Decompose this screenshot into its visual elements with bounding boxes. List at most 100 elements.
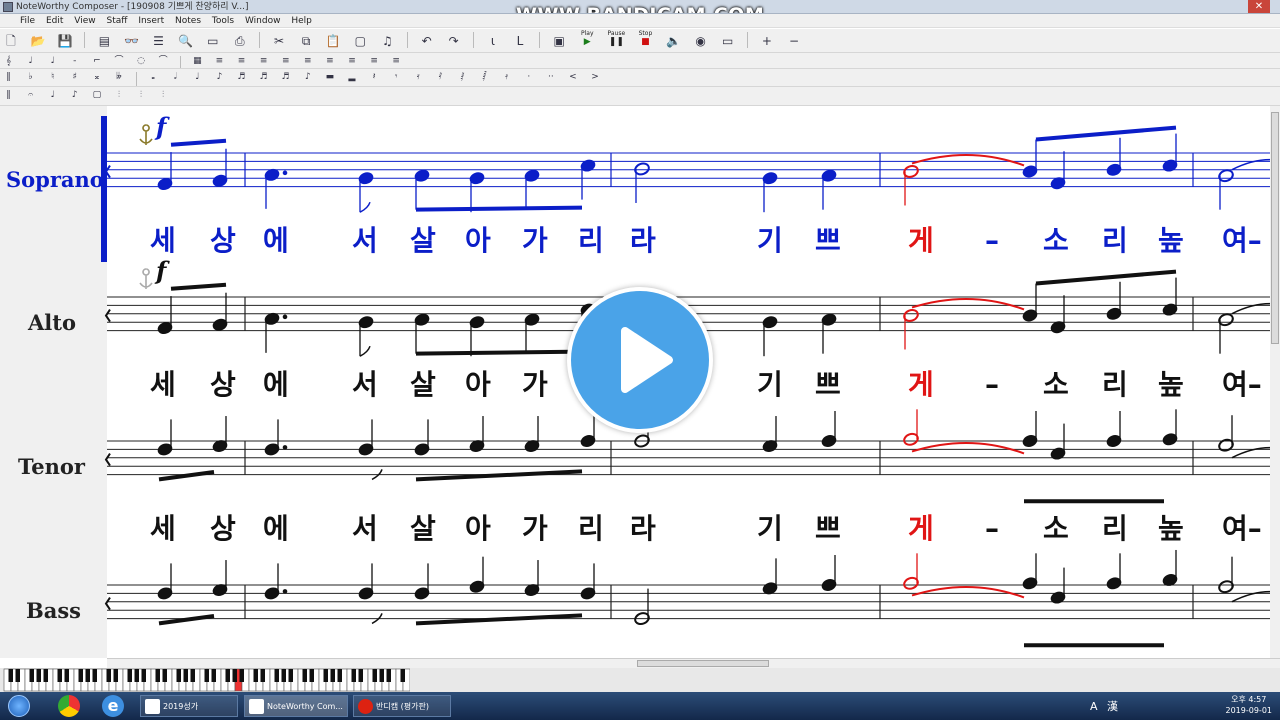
treble-icon[interactable]: 𝄞 (1, 54, 16, 68)
tool-icon[interactable]: ‖ (1, 88, 16, 103)
piano-black-key[interactable] (211, 669, 217, 682)
piano-black-key[interactable] (92, 669, 98, 682)
lyric-syllable[interactable]: 리 (578, 224, 604, 258)
whole-note-icon[interactable]: 𝅝 (146, 70, 161, 85)
lyric-syllable[interactable]: 아 (465, 224, 491, 258)
metronome-icon[interactable]: ◉ (691, 30, 711, 52)
open-folder-icon[interactable]: 📂 (28, 30, 48, 52)
staff-name-alto[interactable]: Alto (28, 310, 76, 335)
staff-name-soprano[interactable]: Soprano (6, 167, 104, 192)
zoom-in-icon[interactable]: + (757, 30, 777, 52)
lyric-syllable[interactable]: 리 (1102, 512, 1128, 546)
clock[interactable]: 오후 4:57 2019-09-01 (1226, 694, 1273, 716)
staff-list-icon[interactable]: ☰ (149, 30, 169, 52)
decrescendo-icon[interactable]: > (588, 70, 603, 85)
piano-black-key[interactable] (155, 669, 161, 682)
piano-black-key[interactable] (162, 669, 168, 682)
piano-black-key[interactable] (43, 669, 49, 682)
tool-icon[interactable]: 𝄐 (23, 88, 38, 103)
lyric-icon[interactable]: ɩ (483, 30, 503, 52)
lyric-syllable[interactable]: 쁘 (815, 368, 841, 402)
lyric-syllable[interactable]: 게 (908, 368, 934, 402)
half-note-icon[interactable]: 𝅗𝅥 (168, 70, 183, 85)
lyric-syllable[interactable]: 가 (522, 368, 548, 402)
lyric-syllable[interactable]: 기 (757, 224, 783, 258)
lyric-syllable[interactable]: 소 (1043, 368, 1069, 402)
piano-black-key[interactable] (64, 669, 70, 682)
piano-black-key[interactable] (260, 669, 266, 682)
menu-file[interactable]: File (20, 16, 35, 26)
lyric-syllable[interactable]: 세 (150, 224, 176, 258)
piano-black-key[interactable] (134, 669, 140, 682)
tool-icon[interactable]: ≡ (256, 54, 271, 68)
tool-icon[interactable]: ◌ (134, 54, 149, 68)
lyric-syllable[interactable]: 서 (352, 512, 378, 546)
crescendo-icon[interactable]: < (565, 70, 580, 85)
lyric-syllable[interactable]: 에 (263, 512, 289, 546)
lyric-syllable[interactable]: 높 (1158, 512, 1184, 546)
lyric-syllable[interactable]: 상 (210, 224, 236, 258)
tool-icon[interactable]: ≡ (278, 54, 293, 68)
staff-name-tenor[interactable]: Tenor (18, 454, 85, 479)
lyric-syllable[interactable]: 살 (410, 368, 436, 402)
menu-help[interactable]: Help (291, 16, 312, 26)
flat-icon[interactable]: ♭ (23, 70, 38, 85)
piano-black-key[interactable] (29, 669, 35, 682)
print-preview-icon[interactable]: ▭ (203, 30, 223, 52)
copy-icon[interactable]: ⧉ (296, 30, 316, 52)
pause-button[interactable]: Pause ❚❚ (605, 30, 627, 52)
menu-tools[interactable]: Tools (212, 16, 234, 26)
piano-black-key[interactable] (239, 669, 245, 682)
cut-icon[interactable]: ✂ (269, 30, 289, 52)
print-icon[interactable]: ⎙ (230, 30, 250, 52)
piano-black-key[interactable] (176, 669, 182, 682)
taskbar-item-bandicam[interactable]: 반디캠 (평가판) (353, 695, 451, 717)
play-button[interactable]: Play ▶ (576, 30, 598, 52)
tool-icon[interactable]: ⫶ (134, 88, 149, 103)
piano-black-key[interactable] (302, 669, 308, 682)
piano-black-key[interactable] (400, 669, 406, 682)
horizontal-scrollbar[interactable] (107, 658, 1280, 668)
lyric-syllable[interactable]: 에 (263, 368, 289, 402)
piano-black-key[interactable] (57, 669, 63, 682)
lyric-syllable[interactable]: 소 (1043, 224, 1069, 258)
lyric-syllable[interactable]: 리 (578, 512, 604, 546)
piano-black-key[interactable] (337, 669, 343, 682)
tool-icon[interactable]: ⌒ (111, 54, 126, 68)
piano-black-key[interactable] (113, 669, 119, 682)
lyric-syllable[interactable]: 에 (263, 224, 289, 258)
taskbar-item-folder[interactable]: 2019성가 (140, 695, 238, 717)
quarter-rest-icon[interactable]: 𝄽 (367, 70, 382, 85)
zoom-out-icon[interactable]: − (784, 30, 804, 52)
piano-black-key[interactable] (183, 669, 189, 682)
piano-black-key[interactable] (386, 669, 392, 682)
new-file-icon[interactable]: 🗋 (1, 30, 21, 52)
tool-icon[interactable]: ⌒ (156, 54, 171, 68)
piano-black-key[interactable] (351, 669, 357, 682)
save-icon[interactable]: 💾 (55, 30, 75, 52)
rest-icon[interactable]: 𝅂 (477, 70, 492, 85)
quarter-note-icon[interactable]: ♩ (190, 70, 205, 85)
lyric-syllable[interactable]: 살 (410, 512, 436, 546)
tool-icon[interactable]: ⫶ (111, 88, 126, 103)
note-icon[interactable]: ♬ (256, 70, 271, 85)
tool-icon[interactable]: ‑ (67, 54, 82, 68)
dot-icon[interactable]: · (521, 70, 536, 85)
tool-icon[interactable]: ≡ (389, 54, 404, 68)
lyric-syllable[interactable]: 살 (410, 224, 436, 258)
sixteenth-note-icon[interactable]: ♬ (234, 70, 249, 85)
page-setup-icon[interactable]: ▤ (94, 30, 114, 52)
tool-icon[interactable]: ▢ (89, 88, 104, 103)
lyric-syllable[interactable]: 소 (1043, 512, 1069, 546)
note-icon[interactable]: ♬ (278, 70, 293, 85)
tool-icon[interactable]: ‖ (1, 70, 16, 85)
sharp-icon[interactable]: ♯ (67, 70, 82, 85)
note-icon[interactable]: ♫ (377, 30, 397, 52)
piano-black-key[interactable] (15, 669, 21, 682)
lyric-syllable[interactable]: 기 (757, 512, 783, 546)
piano-black-key[interactable] (106, 669, 112, 682)
half-rest-icon[interactable]: ▂ (345, 70, 360, 85)
lyric-syllable[interactable]: – (985, 368, 999, 402)
lyric-syllable[interactable]: 라 (630, 512, 656, 546)
piano-black-key[interactable] (85, 669, 91, 682)
